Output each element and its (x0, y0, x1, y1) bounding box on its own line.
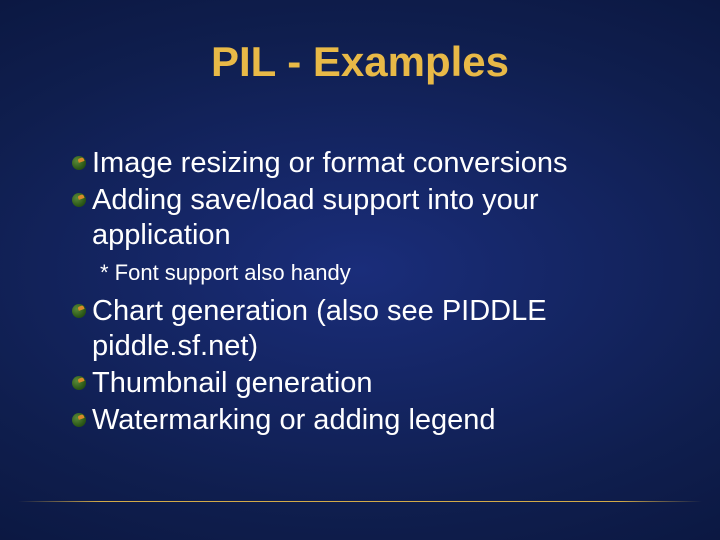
bullet-icon (72, 376, 86, 390)
list-item: Watermarking or adding legend (72, 403, 670, 438)
list-item: Thumbnail generation (72, 366, 670, 401)
list-item: Image resizing or format conversions (72, 146, 670, 181)
bullet-icon (72, 304, 86, 318)
bullet-text: Watermarking or adding legend (92, 403, 496, 438)
list-item: Adding save/load support into your appli… (72, 183, 670, 253)
divider-line (18, 501, 702, 502)
slide: PIL - Examples Image resizing or format … (0, 0, 720, 540)
sub-note: * Font support also handy (100, 260, 670, 286)
list-item: Chart generation (also see PIDDLE piddle… (72, 294, 670, 364)
slide-title: PIL - Examples (0, 38, 720, 86)
bullet-text: Adding save/load support into your appli… (92, 183, 670, 253)
bullet-icon (72, 193, 86, 207)
bullet-text: Image resizing or format conversions (92, 146, 567, 181)
slide-body: Image resizing or format conversions Add… (72, 146, 670, 440)
bullet-text: Chart generation (also see PIDDLE piddle… (92, 294, 670, 364)
bullet-icon (72, 156, 86, 170)
bullet-text: Thumbnail generation (92, 366, 373, 401)
bullet-icon (72, 413, 86, 427)
